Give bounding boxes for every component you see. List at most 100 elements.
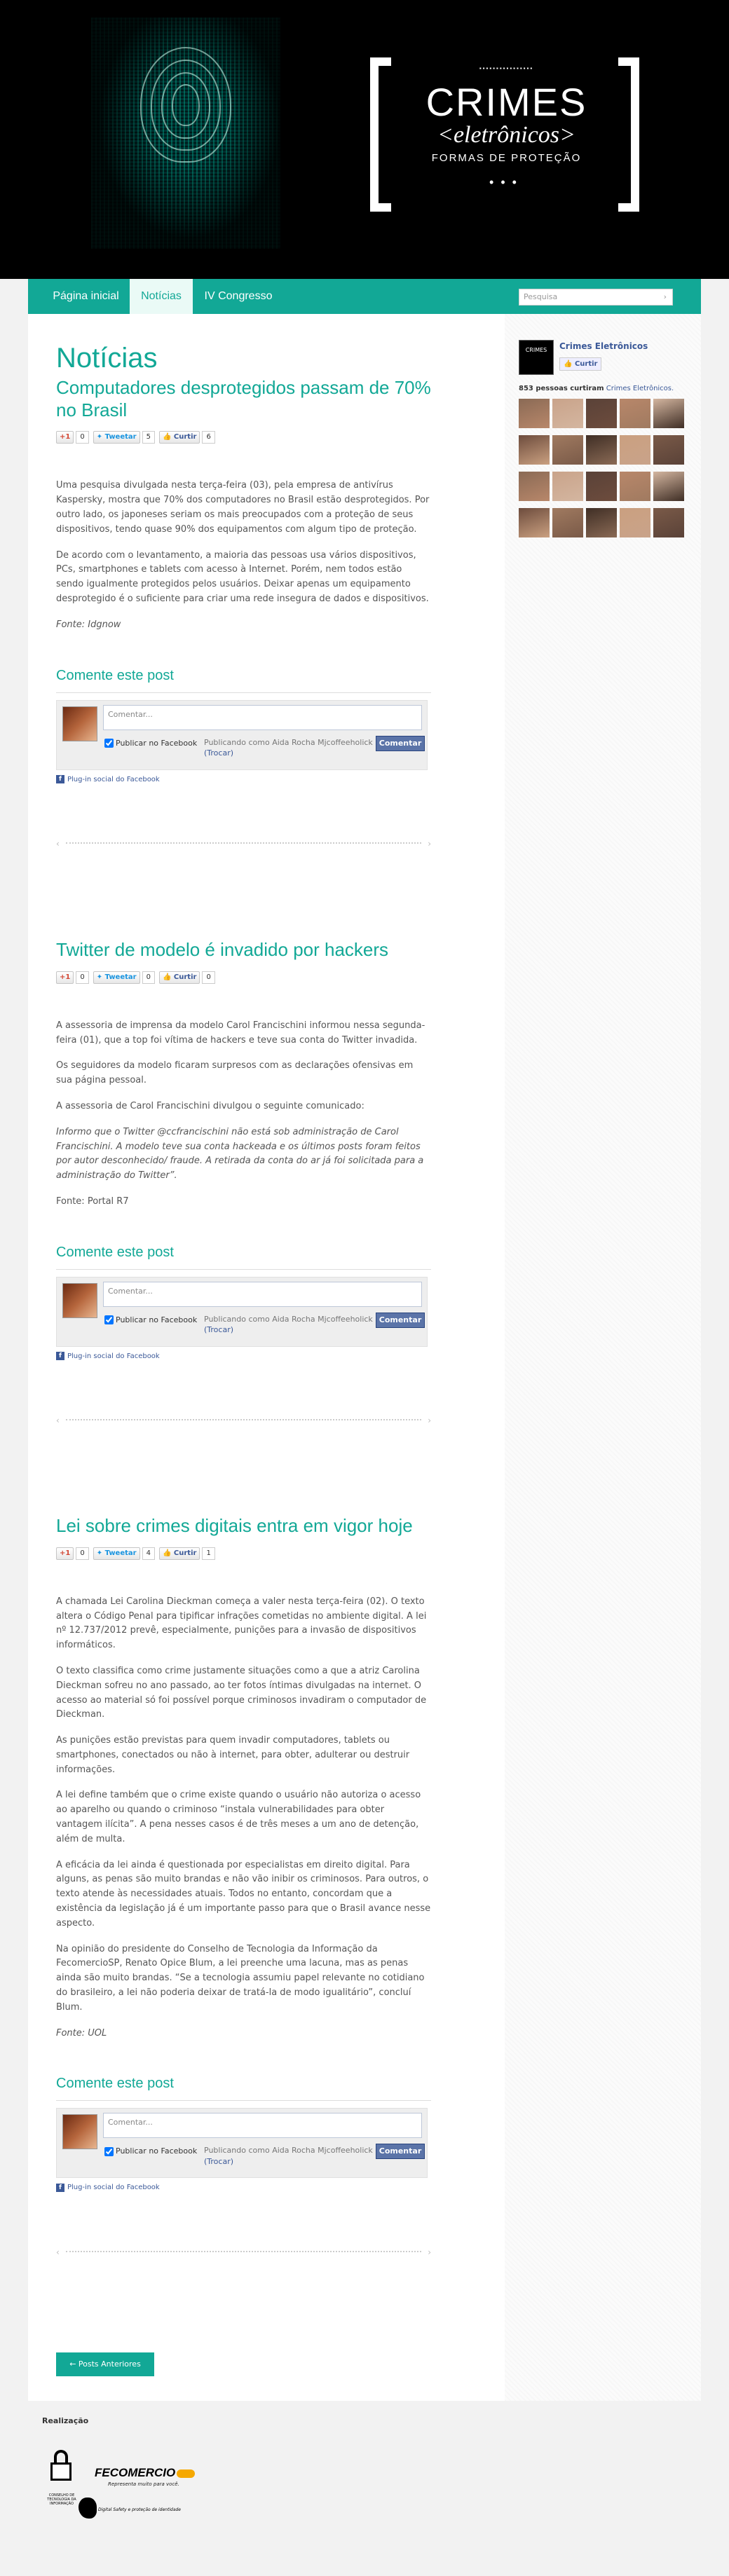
comment-submit-button[interactable]: Comentar	[376, 735, 425, 751]
switch-account-link[interactable]: (Trocar)	[204, 748, 233, 758]
fan-avatar[interactable]	[620, 398, 650, 428]
likes-page-link[interactable]: Crimes Eletrônicos.	[606, 385, 674, 392]
publish-checkbox[interactable]: Publicar no Facebook	[104, 2145, 197, 2157]
switch-account-link[interactable]: (Trocar)	[204, 2157, 233, 2166]
fan-avatar[interactable]	[586, 398, 617, 428]
comment-input[interactable]: Comentar...	[103, 2113, 422, 2139]
tweet-label: Tweetar	[104, 433, 137, 441]
comment-submit-button[interactable]: Comentar	[376, 1312, 425, 1328]
tweet-label: Tweetar	[104, 1549, 137, 1557]
tweet-count: 0	[142, 971, 155, 984]
fan-avatar[interactable]	[620, 507, 650, 537]
publishing-as: Publicando como Aida Rocha Mjcoffeeholic…	[204, 2146, 373, 2166]
facebook-like-button[interactable]: 👍 Curtir	[158, 431, 200, 444]
share-buttons: +1 0 ✦ Tweetar 4 👍 Curtir 1	[56, 1546, 431, 1561]
nav-home[interactable]: Página inicial	[42, 279, 130, 314]
like-label: Curtir	[173, 973, 197, 981]
post-paragraph: Fonte: Idgnow	[56, 619, 121, 630]
fan-avatar[interactable]	[552, 398, 583, 428]
facebook-like-button[interactable]: 👍 Curtir	[158, 1547, 200, 1560]
publish-checkbox-input[interactable]	[104, 2146, 114, 2156]
likes-count: 853 pessoas curtiram Crimes Eletrônicos.	[519, 383, 676, 395]
post-body: A chamada Lei Carolina Dieckman começa a…	[56, 1595, 431, 2041]
facebook-plugin-link[interactable]: f Plug-in social do Facebook	[56, 1351, 431, 1362]
facebook-like-box: CRIMES Crimes Eletrônicos 👍 Curtir 853 p…	[519, 340, 684, 537]
older-posts-button[interactable]: ← Posts Anteriores	[56, 2352, 154, 2376]
fan-avatar[interactable]	[653, 398, 684, 428]
fan-avatar[interactable]	[620, 471, 650, 501]
fan-avatar[interactable]	[586, 434, 617, 465]
bird-logo-caption: Digital Safety e proteção de identidade	[98, 2507, 181, 2512]
search-input[interactable]: Pesquisa ›	[519, 289, 673, 306]
like-label: Curtir	[173, 1549, 197, 1557]
fan-avatar[interactable]	[552, 471, 583, 501]
publish-checkbox-input[interactable]	[104, 739, 114, 748]
publish-label: Publicar no Facebook	[116, 738, 198, 748]
divider	[56, 692, 431, 693]
facebook-icon: f	[56, 2184, 64, 2193]
facebook-icon: f	[56, 775, 64, 784]
google-plus-button[interactable]: +1	[56, 431, 74, 444]
facebook-plugin-link[interactable]: f Plug-in social do Facebook	[56, 2182, 431, 2193]
facebook-plugin-link[interactable]: f Plug-in social do Facebook	[56, 774, 431, 786]
post-paragraph: A chamada Lei Carolina Dieckman começa a…	[56, 1596, 427, 1651]
google-plus-button[interactable]: +1	[56, 971, 74, 984]
tweet-button[interactable]: ✦ Tweetar	[93, 431, 140, 444]
post: Computadores desprotegidos passam de 70%…	[56, 377, 431, 849]
post-title[interactable]: Computadores desprotegidos passam de 70%…	[56, 377, 431, 421]
site-header: ▪▪▪▪▪▪▪▪▪▪▪▪▪▪▪▪ CRIMES <eletrônicos> FO…	[28, 0, 701, 279]
logo-left-bracket	[370, 57, 391, 212]
fan-avatar[interactable]	[519, 398, 550, 428]
nav-congresso[interactable]: IV Congresso	[196, 279, 280, 314]
fan-avatar[interactable]	[620, 434, 650, 465]
tweet-button[interactable]: ✦ Tweetar	[93, 1547, 140, 1560]
fan-avatar[interactable]	[519, 471, 550, 501]
fan-avatar[interactable]	[586, 507, 617, 537]
chevron-left-icon: ‹	[56, 2247, 60, 2257]
publish-checkbox-input[interactable]	[104, 1315, 114, 1325]
gplus-count: 0	[76, 431, 89, 444]
post-title[interactable]: Lei sobre crimes digitais entra em vigor…	[56, 1515, 431, 1537]
fecomercio-logo[interactable]: FECOMERCIO	[95, 2464, 196, 2482]
lock-icon[interactable]: CONSELHO DE TECNOLOGIA DA INFORMAÇÃO	[45, 2448, 77, 2506]
search-arrow-icon[interactable]: ›	[664, 289, 667, 305]
likes-text: 853 pessoas curtiram	[519, 385, 604, 392]
page-thumbnail[interactable]: CRIMES	[519, 340, 554, 375]
like-count: 6	[202, 431, 215, 444]
tweet-button[interactable]: ✦ Tweetar	[93, 971, 140, 984]
comment-input[interactable]: Comentar...	[103, 1281, 422, 1307]
publish-checkbox[interactable]: Publicar no Facebook	[104, 737, 197, 749]
comment-submit-button[interactable]: Comentar	[376, 2144, 425, 2160]
nav-noticias[interactable]: Notícias	[130, 279, 193, 314]
fan-avatar[interactable]	[653, 471, 684, 501]
post-divider: ‹ ›	[56, 839, 431, 849]
google-plus-button[interactable]: +1	[56, 1547, 74, 1560]
bird-logo-icon[interactable]	[79, 2498, 97, 2519]
post: Lei sobre crimes digitais entra em vigor…	[56, 1515, 431, 2257]
chevron-right-icon: ›	[428, 2247, 431, 2257]
fan-avatar[interactable]	[552, 507, 583, 537]
publish-checkbox[interactable]: Publicar no Facebook	[104, 1314, 197, 1326]
post-paragraph: Fonte: UOL	[56, 2027, 107, 2039]
chevron-right-icon: ›	[428, 1416, 431, 1426]
post-paragraph: A assessoria de Carol Francischini divul…	[56, 1100, 364, 1111]
post-title[interactable]: Twitter de modelo é invadido por hackers	[56, 939, 431, 961]
logo-right-bracket	[618, 57, 639, 212]
fan-avatar[interactable]	[552, 434, 583, 465]
post-paragraph: Fonte: Portal R7	[56, 1195, 129, 1207]
facebook-like-button[interactable]: 👍 Curtir	[559, 357, 602, 371]
site-logo[interactable]: ▪▪▪▪▪▪▪▪▪▪▪▪▪▪▪▪ CRIMES <eletrônicos> FO…	[396, 64, 617, 193]
thumbs-up-icon: 👍	[564, 359, 573, 368]
fan-avatar[interactable]	[586, 471, 617, 501]
fan-avatar[interactable]	[653, 434, 684, 465]
fan-avatar[interactable]	[653, 507, 684, 537]
facebook-comment-box: Comentar... Publicar no Facebook Publica…	[56, 1276, 428, 1347]
facebook-page-name[interactable]: Crimes Eletrônicos	[559, 340, 648, 353]
facebook-like-button[interactable]: 👍 Curtir	[158, 971, 200, 984]
post-paragraph: Informo que o Twitter @ccfrancischini nã…	[56, 1126, 424, 1181]
fan-avatar[interactable]	[519, 434, 550, 465]
fan-avatar[interactable]	[519, 507, 550, 537]
comment-input[interactable]: Comentar...	[103, 704, 422, 730]
post-paragraph: O texto classifica como crime justamente…	[56, 1665, 427, 1720]
switch-account-link[interactable]: (Trocar)	[204, 1325, 233, 1334]
